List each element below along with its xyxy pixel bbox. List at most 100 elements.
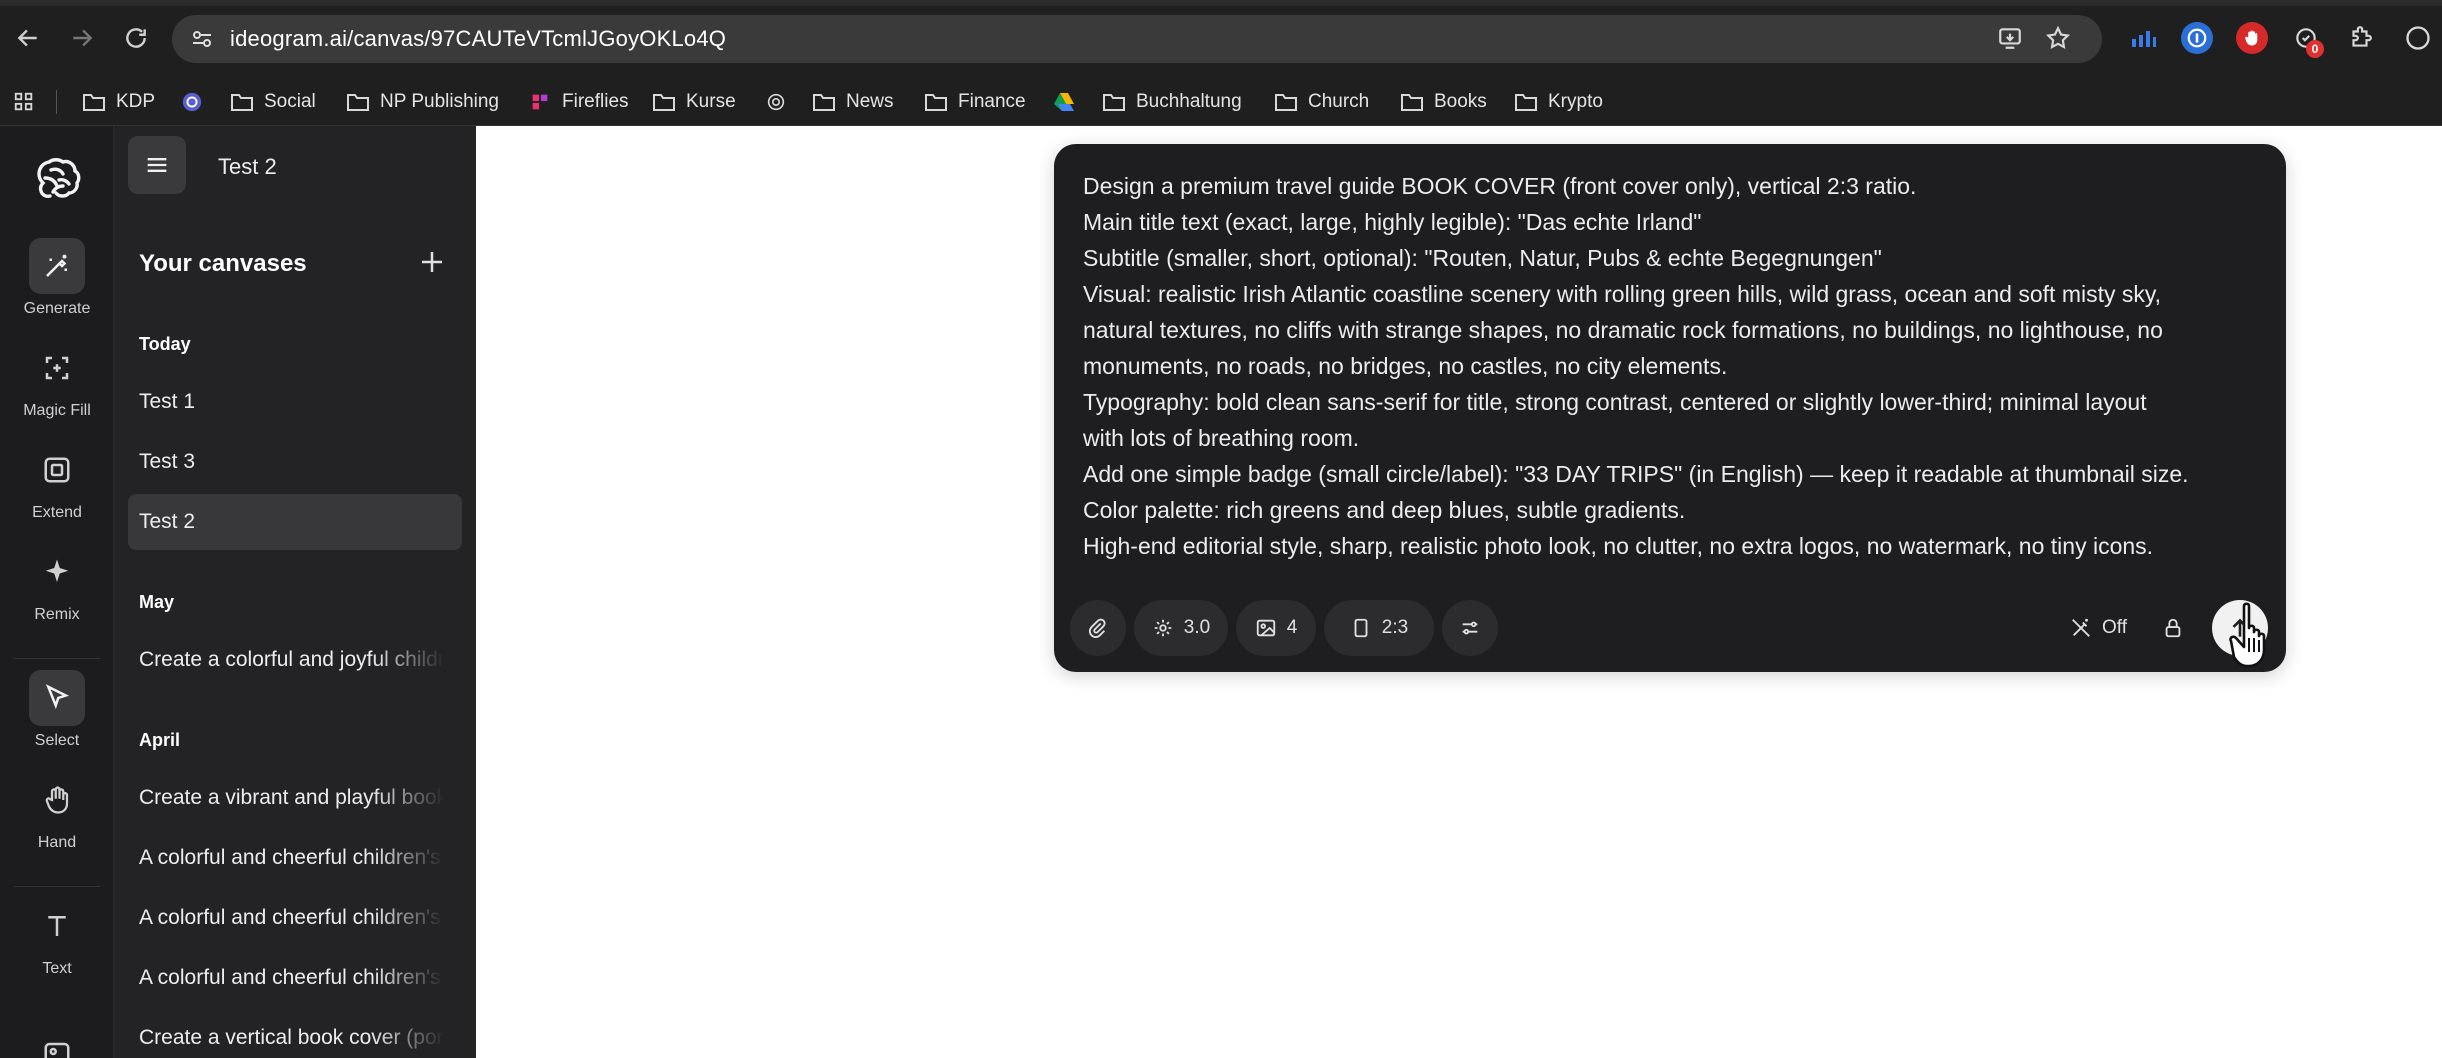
text-icon <box>48 916 66 936</box>
bookmark-kdp[interactable]: KDP <box>82 78 155 126</box>
extensions-puzzle-icon[interactable] <box>2344 22 2376 54</box>
bookmark-krypto[interactable]: Krypto <box>1514 78 1603 126</box>
bookmark-google-drive[interactable] <box>1052 78 1076 126</box>
extend-icon <box>44 457 70 483</box>
plus-icon <box>422 252 442 272</box>
privacy-lock-button[interactable] <box>2162 600 2184 656</box>
canvas-item[interactable]: Create a colorful and joyful childre <box>128 632 462 688</box>
rail-text[interactable]: Text <box>0 898 114 978</box>
rail-select[interactable]: Select <box>0 670 114 750</box>
browser-toolbar: ideogram.ai/canvas/97CAUTeVTcmlJGoyOKLo4… <box>0 0 2442 78</box>
canvas-item[interactable]: A colorful and cheerful children's b <box>128 890 462 946</box>
settings-gear-icon <box>1154 619 1172 637</box>
bookmark-np-publishing[interactable]: NP Publishing <box>346 78 499 126</box>
canvas-item[interactable]: Create a vibrant and playful book c <box>128 770 462 826</box>
address-bar[interactable]: ideogram.ai/canvas/97CAUTeVTcmlJGoyOKLo4… <box>172 15 2102 63</box>
arrow-right-icon <box>73 29 93 47</box>
canvas-item[interactable]: A colorful and cheerful children's b <box>128 950 462 1006</box>
bookmark-star-icon[interactable] <box>2044 24 2072 52</box>
rail-extend[interactable]: Extend <box>0 442 114 522</box>
install-app-icon[interactable] <box>1996 24 2024 52</box>
canvases-heading: Your canvases <box>139 250 307 277</box>
arrow-left-icon <box>17 29 37 47</box>
aspect-ratio-button[interactable]: 2:3 <box>1324 600 1434 656</box>
folder-icon <box>231 94 253 111</box>
current-canvas-title[interactable]: Test 2 <box>218 154 277 180</box>
cursor-arrow-icon <box>45 684 70 710</box>
bookmark-news[interactable]: News <box>812 78 894 126</box>
bookmark-finance[interactable]: Finance <box>924 78 1026 126</box>
canvas-item[interactable]: A colorful and cheerful children's b <box>128 830 462 886</box>
extension-password-icon[interactable] <box>2181 22 2213 54</box>
group-label-may: May <box>139 592 175 612</box>
magic-wand-off-icon <box>2072 618 2090 637</box>
portrait-ratio-icon <box>1354 618 1368 638</box>
magic-fill-icon <box>45 356 69 380</box>
url-text[interactable]: ideogram.ai/canvas/97CAUTeVTcmlJGoyOKLo4… <box>230 25 726 53</box>
bookmark-books[interactable]: Books <box>1400 78 1487 126</box>
bookmark-fireflies[interactable]: Fireflies <box>528 78 629 126</box>
folder-icon <box>347 94 369 111</box>
bookmark-copilot[interactable] <box>180 78 204 126</box>
image-icon <box>44 1042 70 1058</box>
extension-stats-icon[interactable] <box>2128 22 2160 54</box>
hamburger-icon <box>147 158 167 172</box>
prompt-textarea[interactable]: Design a premium travel guide BOOK COVER… <box>1083 168 2263 564</box>
rail-generate[interactable]: Generate <box>0 238 114 318</box>
extension-badge-icon[interactable]: 0 <box>2290 22 2324 58</box>
bookmark-church[interactable]: Church <box>1274 78 1369 126</box>
rail-magic-fill[interactable]: Magic Fill <box>0 340 114 420</box>
hand-icon <box>45 786 69 814</box>
rail-divider <box>14 886 100 887</box>
advanced-settings-button[interactable] <box>1442 600 1498 656</box>
forward-button[interactable] <box>64 20 100 56</box>
folder-icon <box>653 94 675 111</box>
rail-hand[interactable]: Hand <box>0 772 114 852</box>
extension-count-badge: 0 <box>2306 40 2324 58</box>
extension-hand-icon[interactable] <box>2236 22 2268 54</box>
bookmark-openai[interactable] <box>764 78 788 126</box>
model-version-button[interactable]: 3.0 <box>1134 600 1228 656</box>
folder-icon <box>1515 94 1537 111</box>
remix-icon <box>45 559 69 582</box>
generate-icon <box>46 254 67 277</box>
bookmark-social[interactable]: Social <box>230 78 316 126</box>
rail-divider <box>14 658 100 659</box>
canvas-item[interactable]: Create a vertical book cover (portr <box>128 1010 462 1058</box>
attach-button[interactable] <box>1070 600 1126 656</box>
sliders-icon <box>1462 621 1478 635</box>
canvas-item[interactable]: Test 3 <box>128 434 462 490</box>
new-canvas-button[interactable] <box>414 244 450 280</box>
rail-image[interactable] <box>0 1026 114 1058</box>
fireflies-icon <box>532 94 548 110</box>
lock-icon <box>2165 618 2181 638</box>
bookmarks-bar: KDP Social NP Publishing Fireflies Kurse… <box>0 78 2442 126</box>
folder-icon <box>1401 94 1423 111</box>
folder-icon <box>1275 94 1297 111</box>
copilot-icon <box>182 92 202 112</box>
bookmark-buchhaltung[interactable]: Buchhaltung <box>1102 78 1242 126</box>
folder-icon <box>813 94 835 111</box>
image-count-button[interactable]: 4 <box>1236 600 1316 656</box>
folder-icon <box>925 94 947 111</box>
rail-remix[interactable]: Remix <box>0 544 114 624</box>
profile-icon[interactable] <box>2402 22 2434 54</box>
group-label-april: April <box>139 730 181 750</box>
back-button[interactable] <box>10 20 46 56</box>
folder-icon <box>83 94 105 111</box>
canvas-item-selected[interactable]: Test 2 <box>128 494 462 550</box>
prompt-card: Design a premium travel guide BOOK COVER… <box>1054 144 2286 672</box>
ideogram-logo[interactable] <box>29 150 85 206</box>
apps-grid-icon[interactable] <box>12 78 36 126</box>
magic-prompt-toggle[interactable]: Off <box>2070 600 2127 656</box>
tool-rail: Generate Magic Fill Extend Remix Select … <box>0 126 114 1058</box>
reload-button[interactable] <box>118 20 154 56</box>
bookmark-kurse[interactable]: Kurse <box>652 78 736 126</box>
image-icon <box>1256 619 1275 637</box>
menu-button[interactable] <box>128 136 186 194</box>
site-settings-icon[interactable] <box>190 27 214 51</box>
canvas-item[interactable]: Test 1 <box>128 374 462 430</box>
group-label-today: Today <box>139 334 191 354</box>
openai-icon <box>767 93 785 111</box>
bookmarks-divider <box>56 90 57 114</box>
